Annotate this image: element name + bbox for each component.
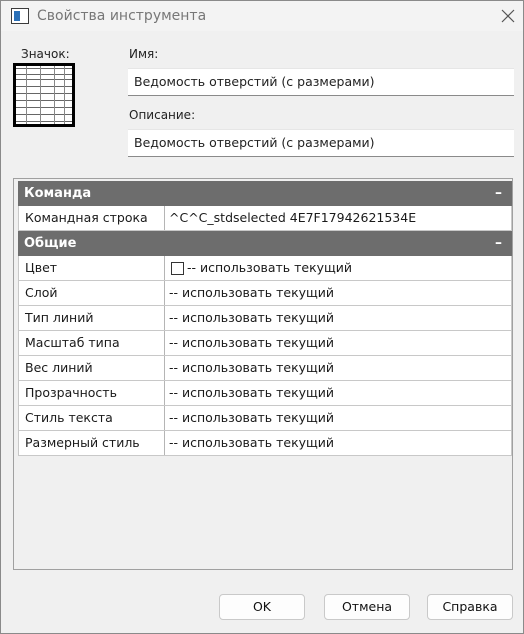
property-name: Слой: [18, 281, 165, 305]
collapse-icon[interactable]: –: [495, 231, 502, 256]
property-name: Размерный стиль: [18, 431, 165, 455]
property-value-text: -- использовать текущий: [169, 335, 335, 350]
table-thumbnail-icon: [16, 66, 72, 124]
property-value-text: -- использовать текущий: [169, 410, 335, 425]
title-bar: Свойства инструмента: [1, 1, 523, 31]
property-row-transparency[interactable]: Прозрачность -- использовать текущий: [18, 381, 512, 406]
section-command[interactable]: Команда –: [18, 181, 512, 206]
property-row-dimension-style[interactable]: Размерный стиль -- использовать текущий: [18, 431, 512, 456]
property-value-text: -- использовать текущий: [169, 360, 335, 375]
property-value-text: -- использовать текущий: [187, 260, 353, 275]
property-row-linetype[interactable]: Тип линий -- использовать текущий: [18, 306, 512, 331]
property-value[interactable]: -- использовать текущий: [165, 381, 512, 405]
close-button[interactable]: [493, 1, 523, 31]
section-general[interactable]: Общие –: [18, 231, 512, 256]
tool-icon-preview[interactable]: [13, 63, 75, 127]
property-name: Масштаб типа линий: [18, 331, 165, 374]
property-grid: Команда – Командная строка ^C^C_stdselec…: [18, 181, 512, 456]
name-label: Имя:: [129, 47, 159, 61]
description-label: Описание:: [129, 108, 196, 122]
property-row-color[interactable]: Цвет -- использовать текущий: [18, 256, 512, 281]
section-title: Общие: [24, 236, 77, 251]
property-name: Цвет: [18, 256, 165, 280]
icon-label: Значок:: [21, 47, 70, 61]
property-row-lineweight[interactable]: Вес линий -- использовать текущий: [18, 356, 512, 381]
cancel-button[interactable]: Отмена: [324, 594, 410, 620]
color-swatch-icon: [171, 261, 184, 275]
close-icon: [501, 9, 515, 23]
property-name: Прозрачность: [18, 381, 165, 405]
property-value-text: ^C^C_stdselected 4E7F17942621534E: [169, 210, 417, 225]
property-row-command-line[interactable]: Командная строка ^C^C_stdselected 4E7F17…: [18, 206, 512, 231]
property-row-text-style[interactable]: Стиль текста -- использовать текущий: [18, 406, 512, 431]
property-grid-frame: Команда – Командная строка ^C^C_stdselec…: [13, 178, 513, 570]
property-name: Командная строка: [18, 206, 165, 230]
property-value[interactable]: -- использовать текущий: [165, 331, 512, 355]
name-input[interactable]: Ведомость отверстий (с размерами): [128, 68, 514, 96]
app-icon: [11, 8, 29, 24]
tool-properties-dialog: Свойства инструмента Значок: Имя: Ведомо…: [0, 0, 524, 634]
help-button[interactable]: Справка: [427, 594, 513, 620]
property-value-text: -- использовать текущий: [169, 385, 335, 400]
property-value[interactable]: -- использовать текущий: [165, 431, 512, 455]
property-name: Тип линий: [18, 306, 165, 330]
property-name: Стиль текста: [18, 406, 165, 430]
window-title: Свойства инструмента: [37, 8, 207, 24]
property-value[interactable]: -- использовать текущий: [165, 406, 512, 430]
section-title: Команда: [24, 186, 92, 201]
property-value-text: -- использовать текущий: [169, 310, 335, 325]
property-row-linetype-scale[interactable]: Масштаб типа линий -- использовать текущ…: [18, 331, 512, 374]
property-value[interactable]: -- использовать текущий: [165, 306, 512, 330]
property-value[interactable]: -- использовать текущий: [165, 281, 512, 305]
property-value-text: -- использовать текущий: [169, 435, 335, 450]
description-input[interactable]: Ведомость отверстий (с размерами): [128, 129, 514, 157]
property-value[interactable]: -- использовать текущий: [165, 256, 512, 280]
ok-button[interactable]: OK: [219, 594, 305, 620]
property-value-text: -- использовать текущий: [169, 285, 335, 300]
property-row-layer[interactable]: Слой -- использовать текущий: [18, 281, 512, 306]
collapse-icon[interactable]: –: [495, 181, 502, 206]
property-value[interactable]: -- использовать текущий: [165, 356, 512, 380]
property-value[interactable]: ^C^C_stdselected 4E7F17942621534E: [165, 206, 512, 230]
property-name: Вес линий: [18, 356, 165, 380]
